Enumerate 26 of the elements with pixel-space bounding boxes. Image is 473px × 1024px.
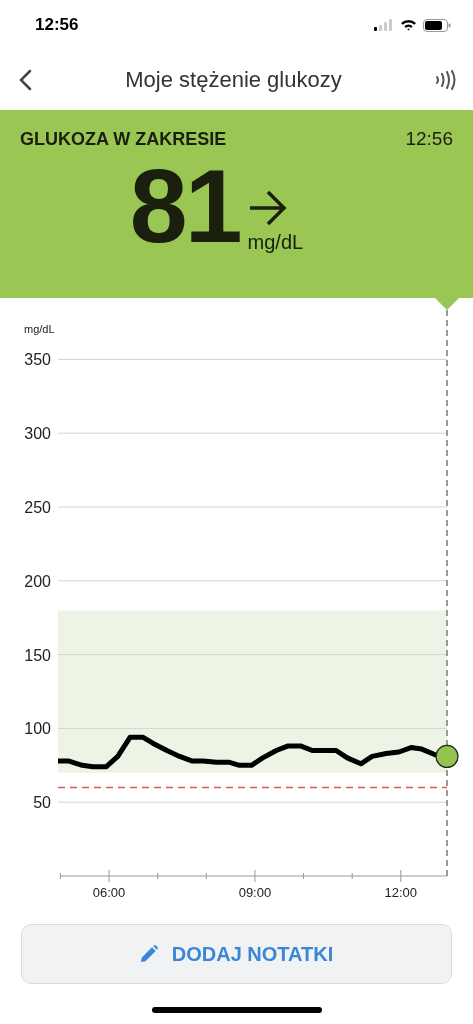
axis-label: 06:00	[92, 885, 126, 900]
wifi-icon	[400, 19, 417, 31]
axis-label: 150	[24, 646, 51, 664]
glucose-unit: mg/dL	[247, 231, 304, 254]
reading-time: 12:56	[405, 128, 453, 150]
axis-label: 200	[24, 572, 51, 590]
axis-label: 250	[24, 499, 51, 516]
axis-label: 50	[33, 794, 51, 812]
axis-title: mg/dL	[24, 323, 55, 335]
signal-icon	[374, 19, 394, 31]
glucose-value: 81	[129, 154, 240, 258]
axis-label: 12:00	[384, 885, 418, 900]
nfc-icon[interactable]	[435, 70, 457, 90]
pencil-icon	[139, 945, 158, 963]
range-status: GLUKOZA W ZAKRESIE	[20, 128, 227, 150]
battery-icon	[423, 18, 451, 32]
trend-arrow-icon	[247, 189, 288, 227]
add-notes-button[interactable]: DODAJ NOTATKI	[21, 924, 452, 984]
axis-label: 100	[24, 720, 51, 738]
axis-label: 09:00	[238, 885, 272, 900]
axis-label: 300	[24, 425, 51, 443]
current-reading-dot	[435, 744, 459, 769]
screen-title: Moje stężenie glukozy	[125, 67, 342, 93]
status-time: 12:56	[35, 15, 79, 35]
axis-label: 350	[24, 351, 51, 369]
back-icon[interactable]	[18, 69, 32, 91]
